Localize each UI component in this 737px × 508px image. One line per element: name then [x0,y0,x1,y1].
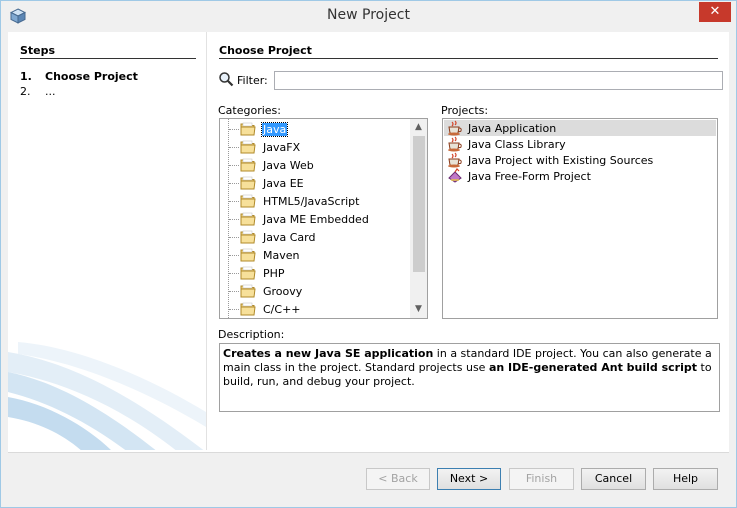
folder-icon [240,122,256,139]
category-label: JavaFX [263,141,301,154]
dialog-content: Steps 1. Choose Project 2. ... Choose Pr… [8,32,729,452]
category-label: Groovy [263,285,303,298]
new-project-dialog: New Project ✕ Steps 1. Choose Project 2.… [0,0,737,508]
category-label: Java Web [263,159,314,172]
folder-icon [240,230,256,247]
tree-branch-line [229,237,239,238]
project-item[interactable]: Java Application [444,120,716,136]
step-label: Choose Project [45,70,138,83]
filter-input[interactable] [274,71,723,90]
category-label: Maven [263,249,300,262]
folder-icon [240,284,256,301]
category-item[interactable]: C/C++ [220,300,410,318]
project-label: Java Application [468,122,557,135]
cancel-button[interactable]: Cancel [581,468,646,490]
categories-label: Categories: [218,104,281,117]
project-label: Java Free-Form Project [468,170,591,183]
tree-branch-line [229,255,239,256]
description-emphasis-2: an IDE-generated Ant build script [488,361,698,374]
steps-panel: Steps 1. Choose Project 2. ... [8,32,207,450]
tree-branch-line [229,309,239,310]
scrollbar-thumb[interactable] [413,136,425,272]
project-item[interactable]: Java Project with Existing Sources [444,152,716,168]
projects-label: Projects: [441,104,489,117]
scroll-up-arrow-icon[interactable]: ▲ [410,119,427,136]
category-item[interactable]: Java ME Embedded [220,210,410,228]
category-item[interactable]: HTML5/JavaScript [220,192,410,210]
step-number: 1. [20,70,32,83]
category-item[interactable]: Java Card [220,228,410,246]
category-label: C/C++ [263,303,301,316]
description-emphasis-1: Creates a new Java SE application [223,347,434,360]
close-x-icon: ✕ [709,4,721,19]
tree-branch-line [229,147,239,148]
finish-button[interactable]: Finish [509,468,574,490]
category-item[interactable]: Java [220,120,410,138]
tree-branch-line [229,201,239,202]
category-label: Java [260,122,289,137]
description-box: Creates a new Java SE application in a s… [219,343,720,412]
folder-icon [240,176,256,193]
tree-branch-line [229,219,239,220]
project-item[interactable]: Java Class Library [444,136,716,152]
folder-icon [240,302,256,318]
window-title: New Project [327,7,410,23]
magnifier-icon [218,71,234,90]
category-label: Java ME Embedded [263,213,369,226]
category-label: HTML5/JavaScript [263,195,360,208]
scroll-down-arrow-icon[interactable]: ▼ [410,301,427,318]
category-item[interactable]: Groovy [220,282,410,300]
step-label: ... [45,85,56,98]
folder-icon [240,248,256,265]
filter-label: Filter: [237,74,268,87]
back-button[interactable]: < Back [366,468,430,490]
category-item[interactable]: JavaFX [220,138,410,156]
project-label: Java Class Library [468,138,566,151]
freeform-project-icon [447,168,463,187]
decorative-swoosh-graphic [8,342,206,450]
tree-branch-line [229,273,239,274]
categories-scrollbar[interactable]: ▲ ▼ [410,119,427,318]
folder-icon [240,158,256,175]
category-item[interactable]: Java EE [220,174,410,192]
tree-branch-line [229,291,239,292]
description-label: Description: [218,328,285,341]
category-label: PHP [263,267,285,280]
category-item[interactable]: PHP [220,264,410,282]
tree-branch-line [229,183,239,184]
steps-divider [20,58,196,59]
category-label: Java EE [263,177,304,190]
button-bar-divider [8,452,729,453]
category-item[interactable]: Maven [220,246,410,264]
help-button[interactable]: Help [653,468,718,490]
folder-icon [240,194,256,211]
folder-icon [240,212,256,229]
next-button[interactable]: Next > [437,468,501,490]
main-title: Choose Project [219,44,312,57]
category-label: Java Card [263,231,316,244]
project-label: Java Project with Existing Sources [468,154,654,167]
tree-branch-line [229,165,239,166]
close-button[interactable]: ✕ [699,2,731,22]
project-item[interactable]: Java Free-Form Project [444,168,716,184]
steps-title: Steps [20,44,56,57]
categories-tree[interactable]: Java JavaFX Java Web Java EE HTML5/JavaScrip… [219,118,428,319]
title-bar[interactable]: New Project ✕ [1,1,736,32]
category-item[interactable]: Java Web [220,156,410,174]
folder-icon [240,140,256,157]
folder-icon [240,266,256,283]
tree-branch-line [229,129,239,130]
projects-list[interactable]: Java Application Java Class Library Java P… [442,118,718,319]
main-divider [219,58,718,59]
step-number: 2. [20,85,31,98]
